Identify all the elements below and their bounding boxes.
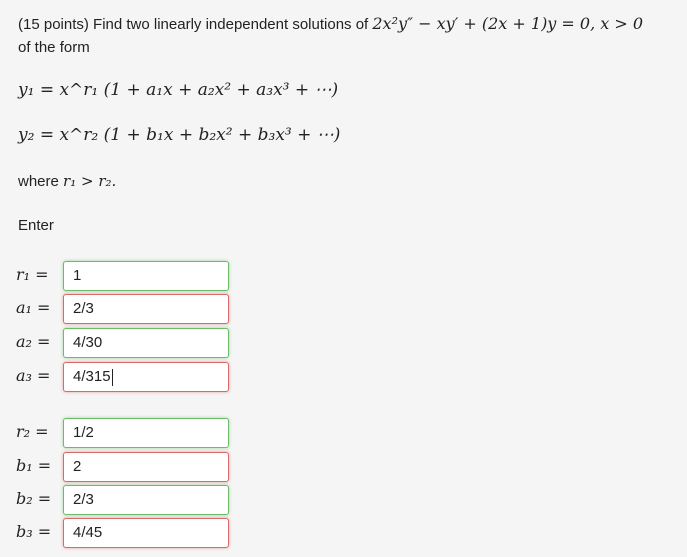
enter-label: Enter [18, 217, 54, 234]
y1-form: y₁ = x^r₁ (1 + a₁x + a₂x² + a₃x³ + ⋯) [18, 80, 339, 100]
label-a1: a₁ = [16, 298, 51, 317]
equals-sign: = [31, 332, 51, 351]
equals-sign: = [30, 422, 49, 441]
where-line: where r₁ > r₂. [18, 172, 116, 190]
equals-sign: = [32, 456, 52, 475]
answer-value: 2/3 [73, 491, 94, 508]
equals-sign: = [31, 366, 51, 385]
label-b2: b₂ = [16, 489, 52, 508]
answer-field-r1[interactable]: 1 [63, 261, 229, 291]
label-r1: r₁ = [16, 265, 49, 284]
label-b1: b₁ = [16, 456, 52, 475]
answer-value: 2 [73, 458, 82, 475]
answer-value: 1 [73, 267, 82, 284]
where-word: where [18, 173, 59, 190]
label-a3: a₃ = [16, 366, 51, 385]
equals-sign: = [31, 298, 51, 317]
equals-sign: = [30, 265, 49, 284]
differential-equation: 2x²y″ − xy′ + (2x + 1)y = 0, x > 0 [372, 14, 644, 33]
answer-field-b3[interactable]: 4/45 [63, 518, 229, 548]
equals-sign: = [32, 489, 52, 508]
label-b3: b₃ = [16, 522, 52, 541]
problem-statement: (15 points) Find two linearly independen… [18, 12, 643, 59]
equals-sign: = [32, 522, 52, 541]
answer-field-b1[interactable]: 2 [63, 452, 229, 482]
answer-value: 4/315 [73, 368, 111, 385]
answer-field-a3[interactable]: 4/315 [63, 362, 229, 392]
answer-value: 2/3 [73, 300, 94, 317]
text-caret [111, 368, 113, 386]
y2-form: y₂ = x^r₂ (1 + b₁x + b₂x² + b₃x³ + ⋯) [18, 125, 341, 145]
problem-prefix: (15 points) Find two linearly independen… [18, 16, 373, 33]
answer-field-a1[interactable]: 2/3 [63, 294, 229, 324]
answer-field-b2[interactable]: 2/3 [63, 485, 229, 515]
answer-field-r2[interactable]: 1/2 [63, 418, 229, 448]
answer-value: 1/2 [73, 424, 94, 441]
where-condition: r₁ > r₂. [63, 172, 117, 190]
answer-field-a2[interactable]: 4/30 [63, 328, 229, 358]
problem-suffix: of the form [18, 39, 90, 56]
label-r2: r₂ = [16, 422, 49, 441]
answer-value: 4/45 [73, 524, 103, 541]
label-a2: a₂ = [16, 332, 51, 351]
answer-value: 4/30 [73, 334, 103, 351]
